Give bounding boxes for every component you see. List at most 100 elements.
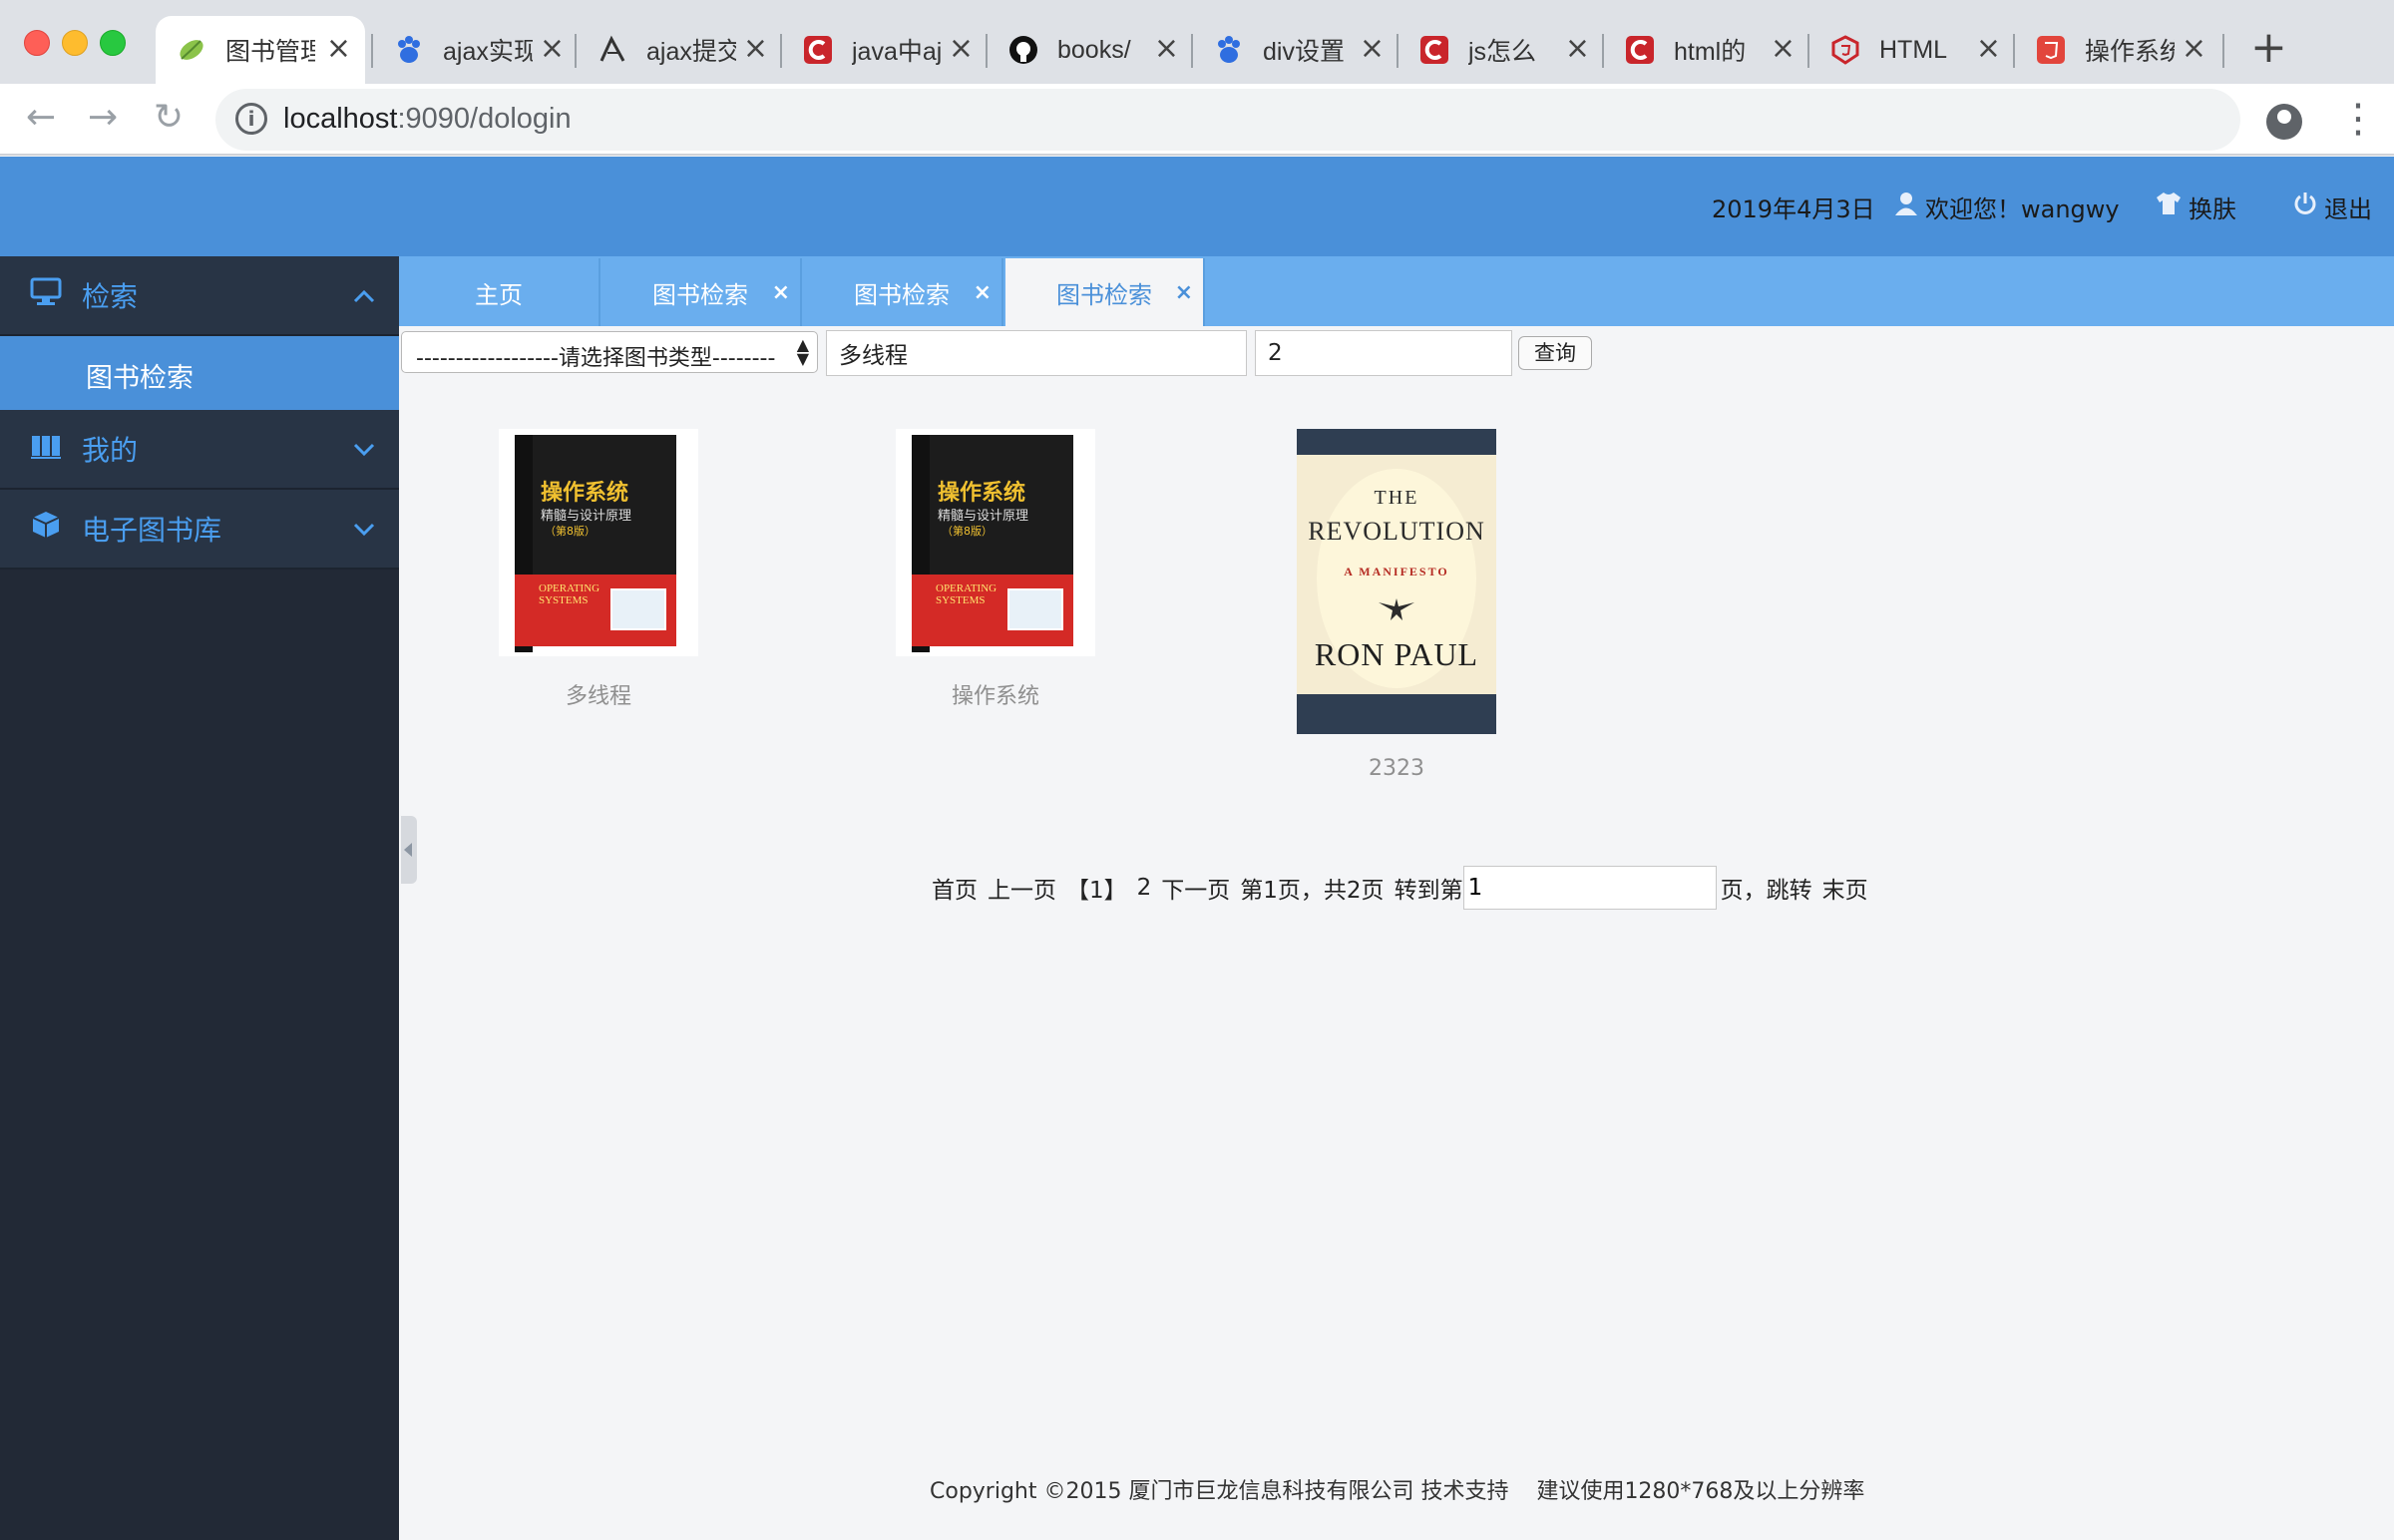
page-number-input[interactable] — [1255, 330, 1512, 376]
book-cover-image[interactable]: 操作系统 精髓与设计原理 （第8版） OPERATING SYSTEMS — [896, 429, 1095, 656]
tab-close-icon[interactable]: × — [2182, 34, 2206, 64]
chevron-up-icon[interactable] — [353, 281, 375, 309]
browser-tab[interactable]: ajax实现 × — [373, 16, 579, 84]
last-page-link[interactable]: 末页 — [1822, 871, 1868, 905]
page-2-link[interactable]: 2 — [1137, 875, 1152, 901]
sidebar-group-mine[interactable]: 我的 — [0, 410, 399, 490]
goto-prefix: 转到第 — [1394, 878, 1463, 904]
first-page-link[interactable]: 首页 — [932, 871, 978, 905]
book-card[interactable]: 操作系统 精髓与设计原理 （第8版） OPERATING SYSTEMS 多线程 — [499, 429, 698, 718]
csdn-c-icon — [1624, 34, 1656, 66]
address-url[interactable]: localhost:9090/dologin — [283, 103, 572, 136]
shirt-icon — [2155, 191, 2183, 223]
tab-close-icon[interactable]: × — [326, 34, 351, 64]
close-icon[interactable]: × — [772, 280, 790, 305]
tab-label: 主页 — [475, 280, 523, 309]
search-button[interactable]: 查询 — [1518, 336, 1592, 370]
baidu-paw-icon — [393, 34, 425, 66]
current-page: 【1】 — [1066, 878, 1127, 904]
new-tab-button[interactable]: + — [2250, 26, 2287, 70]
tab-close-icon[interactable]: × — [1976, 34, 2001, 64]
page-status: 第1页，共2页 — [1240, 878, 1385, 904]
browser-tab[interactable]: div设置 × — [1193, 16, 1398, 84]
tab-close-icon[interactable]: × — [1771, 34, 1796, 64]
tab-label: 图书检索 — [854, 280, 950, 309]
cover-subtitle: 精髓与设计原理 — [938, 509, 1029, 524]
cover-author: RON PAUL — [1314, 636, 1479, 672]
browser-tab[interactable]: books/ × — [988, 16, 1193, 84]
book-caption[interactable]: 2323 — [1297, 756, 1496, 781]
tab-title: books/ — [1057, 35, 1131, 64]
tab-title: div设置 — [1263, 38, 1345, 66]
pagination: 首页 上一页 【1】 2 下一页 第1页，共2页 转到第 页，跳转 末页 — [932, 866, 1878, 910]
goto-jump-link[interactable]: 页，跳转 — [1721, 871, 1812, 905]
browser-tab[interactable]: 操作系统 × — [2015, 16, 2220, 84]
prev-page-link[interactable]: 上一页 — [988, 871, 1056, 905]
next-page-link[interactable]: 下一页 — [1161, 871, 1230, 905]
book-cover-image[interactable]: 操作系统 精髓与设计原理 （第8版） OPERATING SYSTEMS — [499, 429, 698, 656]
book-cover-image[interactable]: THE REVOLUTION A MANIFESTO RON PAUL — [1297, 429, 1496, 734]
tab-home[interactable]: 主页 — [399, 258, 600, 326]
cover-top-band — [1297, 429, 1496, 455]
sidebar-group-ebook-library[interactable]: 电子图书库 — [0, 490, 399, 570]
sidebar-group-search[interactable]: 检索 — [0, 256, 399, 336]
keyword-input[interactable] — [826, 330, 1247, 376]
cover-en-line2: SYSTEMS — [936, 594, 986, 606]
html5-shield-icon — [2035, 34, 2067, 66]
cover-title: 操作系统 — [938, 481, 1026, 506]
goto-page-input[interactable] — [1462, 866, 1717, 910]
cover-en-line1: OPERATING — [936, 582, 998, 594]
tab-close-icon[interactable]: × — [1154, 34, 1179, 64]
browser-tab[interactable]: html的 × — [1604, 16, 1809, 84]
browser-tab[interactable]: 图书管理 × — [156, 16, 365, 84]
window-zoom-button[interactable] — [100, 30, 126, 56]
browser-tab[interactable]: ajax提交 × — [577, 16, 782, 84]
book-caption[interactable]: 多线程 — [499, 678, 698, 710]
browser-toolbar: ← → ↻ i localhost:9090/dologin ☆ ⋮ — [0, 84, 2394, 156]
tab-close-icon[interactable]: × — [540, 34, 565, 64]
tab-close-icon[interactable]: × — [1565, 34, 1590, 64]
cover-en-line2: SYSTEMS — [539, 594, 589, 606]
chevron-down-icon[interactable] — [353, 435, 375, 463]
tab-title: 操作系统 — [2085, 38, 2175, 66]
close-icon[interactable]: × — [1175, 280, 1193, 305]
address-bar[interactable]: i localhost:9090/dologin ☆ — [215, 89, 2240, 151]
baidu-paw-icon — [1213, 34, 1245, 66]
skin-button[interactable]: 换肤 — [2155, 190, 2236, 224]
browser-tab[interactable]: HTML × — [1809, 16, 2015, 84]
footer-text: Copyright ©2015 厦门市巨龙信息科技有限公司 技术支持 建议使用1… — [930, 1479, 1865, 1504]
book-type-select[interactable]: ------------------请选择图书类型-------- ▲ ▼ — [401, 331, 818, 373]
browser-tab[interactable]: js怎么 × — [1398, 16, 1604, 84]
reload-icon[interactable]: ↻ — [154, 98, 184, 138]
chevron-down-icon[interactable] — [353, 515, 375, 543]
welcome-text: 欢迎您！wangwy — [1925, 195, 2120, 223]
logout-button[interactable]: 退出 — [2292, 190, 2372, 224]
tab-close-icon[interactable]: × — [949, 34, 974, 64]
site-info-icon[interactable]: i — [235, 103, 267, 135]
tab-book-search[interactable]: 图书检索 × — [802, 258, 1003, 326]
browser-tab[interactable]: java中ajax × — [782, 16, 988, 84]
book-card[interactable]: THE REVOLUTION A MANIFESTO RON PAUL 2323 — [1297, 429, 1496, 788]
tab-close-icon[interactable]: × — [1360, 34, 1385, 64]
header-date: 2019年4月3日 — [1712, 195, 1875, 223]
window-close-button[interactable] — [24, 30, 50, 56]
tab-title: html的 — [1674, 38, 1747, 66]
tab-book-search-active[interactable]: 图书检索 × — [1005, 258, 1205, 326]
book-card[interactable]: 操作系统 精髓与设计原理 （第8版） OPERATING SYSTEMS 操作系统 — [896, 429, 1095, 718]
book-caption[interactable]: 操作系统 — [896, 678, 1095, 710]
window-minimize-button[interactable] — [62, 30, 88, 56]
back-arrow-icon[interactable]: ← — [26, 98, 56, 138]
cover-red-panel: OPERATING SYSTEMS — [912, 575, 1073, 646]
tab-close-icon[interactable]: × — [743, 34, 768, 64]
profile-avatar-icon[interactable] — [2266, 104, 2302, 140]
cover-edition: （第8版） — [545, 525, 596, 538]
cover-line3: A MANIFESTO — [1344, 565, 1449, 578]
tab-book-search[interactable]: 图书检索 × — [600, 258, 802, 326]
browser-menu-icon[interactable]: ⋮ — [2338, 94, 2378, 144]
cover-english-title: OPERATING SYSTEMS — [539, 582, 599, 606]
close-icon[interactable]: × — [974, 280, 992, 305]
tab-title: ajax提交 — [646, 38, 736, 66]
forward-arrow-icon[interactable]: → — [88, 98, 118, 138]
sidebar-item-book-search[interactable]: 图书检索 — [0, 336, 399, 410]
sidebar-collapse-handle[interactable] — [401, 816, 417, 884]
